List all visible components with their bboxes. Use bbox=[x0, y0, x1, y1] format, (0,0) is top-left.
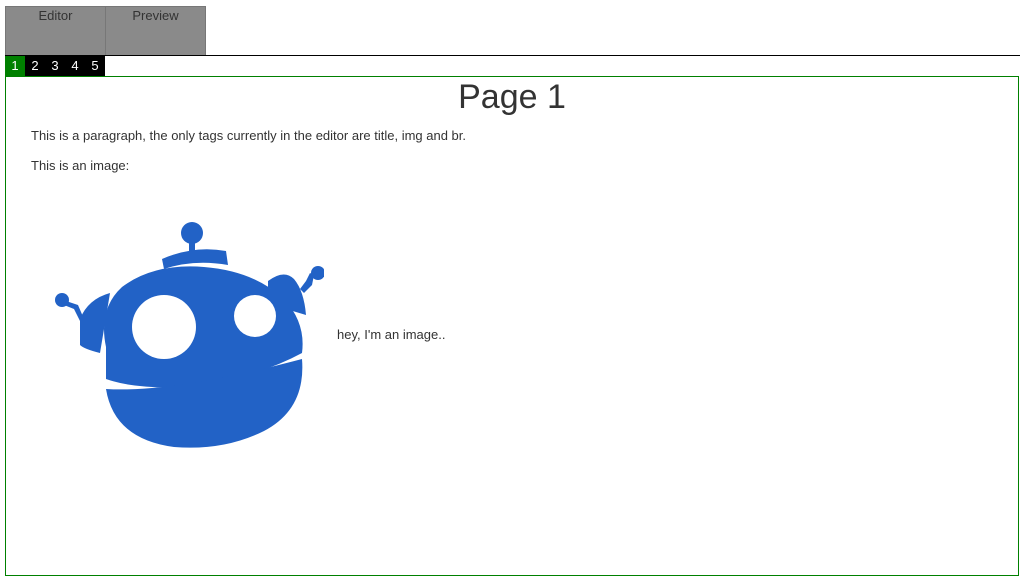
page-button-5[interactable]: 5 bbox=[85, 56, 105, 76]
page-navigation: 1 2 3 4 5 bbox=[5, 56, 105, 76]
page-content: Page 1 This is a paragraph, the only tag… bbox=[5, 76, 1019, 576]
image-intro-text: This is an image: bbox=[31, 158, 130, 173]
tab-preview[interactable]: Preview bbox=[105, 6, 206, 55]
page-button-2[interactable]: 2 bbox=[25, 56, 45, 76]
page-button-3[interactable]: 3 bbox=[45, 56, 65, 76]
paragraph-text: This is a paragraph, the only tags curre… bbox=[31, 128, 467, 143]
tab-bar: Editor Preview bbox=[5, 6, 1020, 56]
page-button-1[interactable]: 1 bbox=[5, 56, 25, 76]
page-button-4[interactable]: 4 bbox=[65, 56, 85, 76]
robot-icon bbox=[55, 222, 324, 448]
image-caption: hey, I'm an image.. bbox=[337, 327, 446, 342]
page-title: Page 1 bbox=[458, 78, 566, 116]
tab-editor[interactable]: Editor bbox=[5, 6, 106, 55]
